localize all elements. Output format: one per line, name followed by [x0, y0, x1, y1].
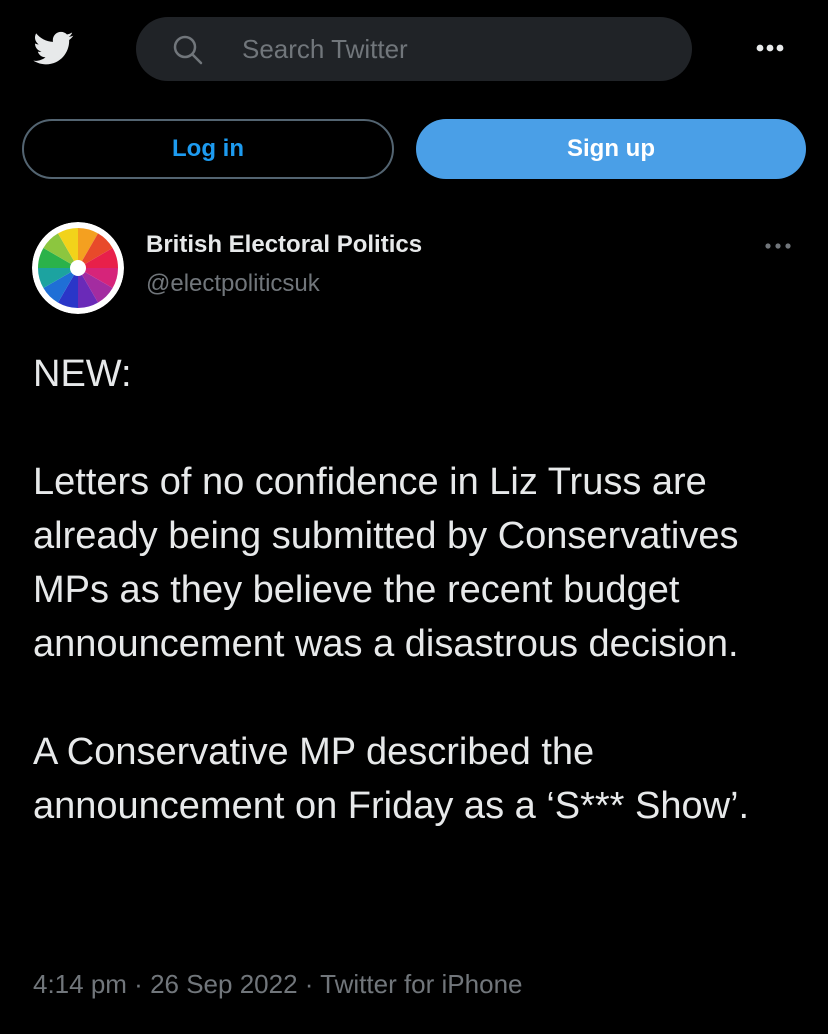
tweet-time[interactable]: 4:14 pm: [33, 969, 127, 999]
login-button[interactable]: Log in: [22, 119, 394, 179]
author-handle[interactable]: @electpoliticsuk: [146, 270, 320, 298]
tweet-source[interactable]: Twitter for iPhone: [320, 969, 522, 999]
search-icon: [173, 35, 203, 65]
top-bar: [0, 0, 828, 100]
more-dots-icon[interactable]: [760, 236, 796, 256]
search-box[interactable]: [136, 17, 692, 81]
signup-button[interactable]: Sign up: [416, 119, 806, 179]
tweet-date[interactable]: 26 Sep 2022: [150, 969, 297, 999]
meta-separator: ·: [297, 969, 321, 999]
tweet-text: NEW: Letters of no confidence in Liz Tru…: [33, 353, 750, 827]
tweet-meta: 4:14 pm · 26 Sep 2022 · Twitter for iPho…: [33, 969, 522, 1000]
search-input[interactable]: [242, 17, 662, 81]
twitter-bird-icon[interactable]: [30, 28, 78, 68]
avatar-wheel-logo: [32, 222, 124, 314]
avatar[interactable]: [32, 222, 124, 314]
more-dots-icon[interactable]: [748, 30, 792, 66]
meta-separator: ·: [126, 969, 151, 999]
author-name[interactable]: British Electoral Politics: [146, 231, 422, 259]
